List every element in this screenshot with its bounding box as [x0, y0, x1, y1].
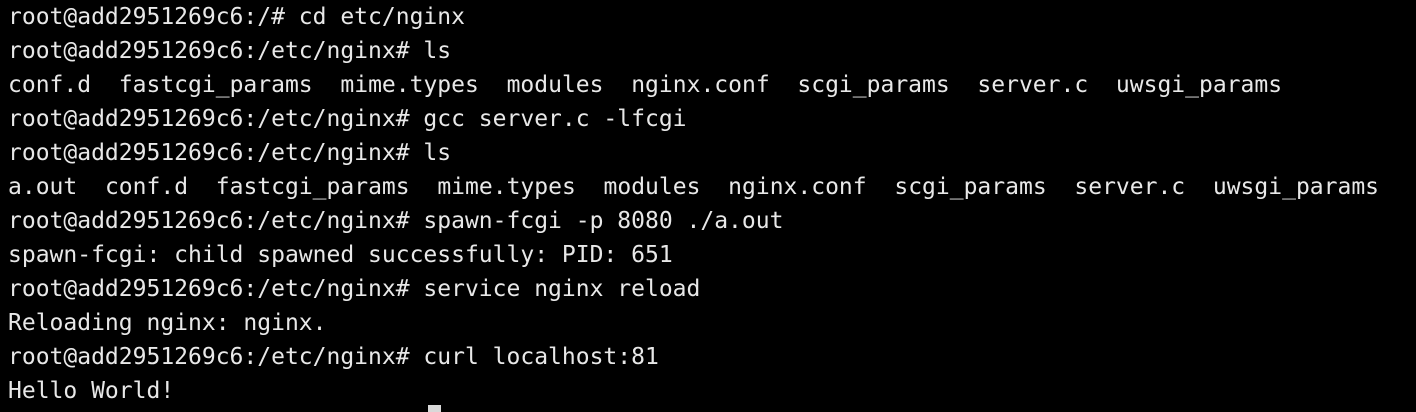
command-line: root@add2951269c6:/# cd etc/nginx	[8, 0, 1416, 34]
ls-item: scgi_params	[797, 72, 950, 98]
ls-item: fastcgi_params	[118, 72, 313, 98]
ls-item: uwsgi_params	[1212, 174, 1380, 200]
ls-item: a.out	[8, 174, 78, 200]
ls-item: nginx.conf	[631, 72, 770, 98]
command-text: ls	[423, 38, 452, 64]
ls-item: scgi_params	[894, 174, 1047, 200]
command-line: root@add2951269c6:/etc/nginx# spawn-fcgi…	[8, 204, 1416, 238]
ls-item: modules	[506, 72, 604, 98]
command-text: gcc server.c -lfcgi	[423, 106, 687, 132]
prompt-text: root@add2951269c6:/etc/nginx#	[8, 344, 424, 370]
command-text: ls	[423, 140, 452, 166]
prompt-text: root@add2951269c6:/etc/nginx#	[8, 38, 424, 64]
command-line: root@add2951269c6:/etc/nginx# curl local…	[8, 340, 1416, 374]
prompt-text: root@add2951269c6:/#	[8, 4, 299, 30]
ls-item: server.c	[977, 72, 1089, 98]
text-cursor	[428, 405, 441, 412]
output-line: Reloading nginx: nginx.	[8, 310, 327, 336]
command-text: spawn-fcgi -p 8080 ./a.out	[423, 208, 784, 234]
command-line: root@add2951269c6:/etc/nginx# service ng…	[8, 272, 1416, 306]
terminal-window[interactable]: root@add2951269c6:/# cd etc/nginx root@a…	[0, 0, 1416, 412]
ls-output-line: a.out conf.d fastcgi_params mime.types m…	[8, 170, 1416, 204]
ls-item: conf.d	[8, 72, 92, 98]
command-text: curl localhost:81	[423, 344, 659, 370]
command-text: cd etc/nginx	[298, 4, 465, 30]
command-line: root@add2951269c6:/etc/nginx# ls	[8, 34, 1416, 68]
ls-item: conf.d	[104, 174, 189, 200]
prompt-text: root@add2951269c6:/etc/nginx#	[8, 140, 424, 166]
prompt-text: root@add2951269c6:/etc/nginx#	[8, 106, 424, 132]
ls-item: modules	[603, 174, 701, 200]
output-line: spawn-fcgi: child spawned successfully: …	[8, 242, 673, 268]
output-line: Hello World!	[8, 378, 175, 404]
ls-item: fastcgi_params	[215, 174, 410, 200]
prompt-text: root@add2951269c6:/etc/nginx#	[8, 208, 424, 234]
ls-item: server.c	[1074, 174, 1186, 200]
command-line: root@add2951269c6:/etc/nginx# gcc server…	[8, 102, 1416, 136]
command-text: service nginx reload	[423, 276, 701, 302]
ls-item: mime.types	[340, 72, 479, 98]
ls-output-line: conf.d fastcgi_params mime.types modules…	[8, 68, 1416, 102]
command-line: root@add2951269c6:/etc/nginx# ls	[8, 136, 1416, 170]
ls-item: nginx.conf	[728, 174, 867, 200]
ls-item: mime.types	[437, 174, 576, 200]
prompt-text: root@add2951269c6:/etc/nginx#	[8, 276, 424, 302]
ls-item: uwsgi_params	[1115, 72, 1283, 98]
